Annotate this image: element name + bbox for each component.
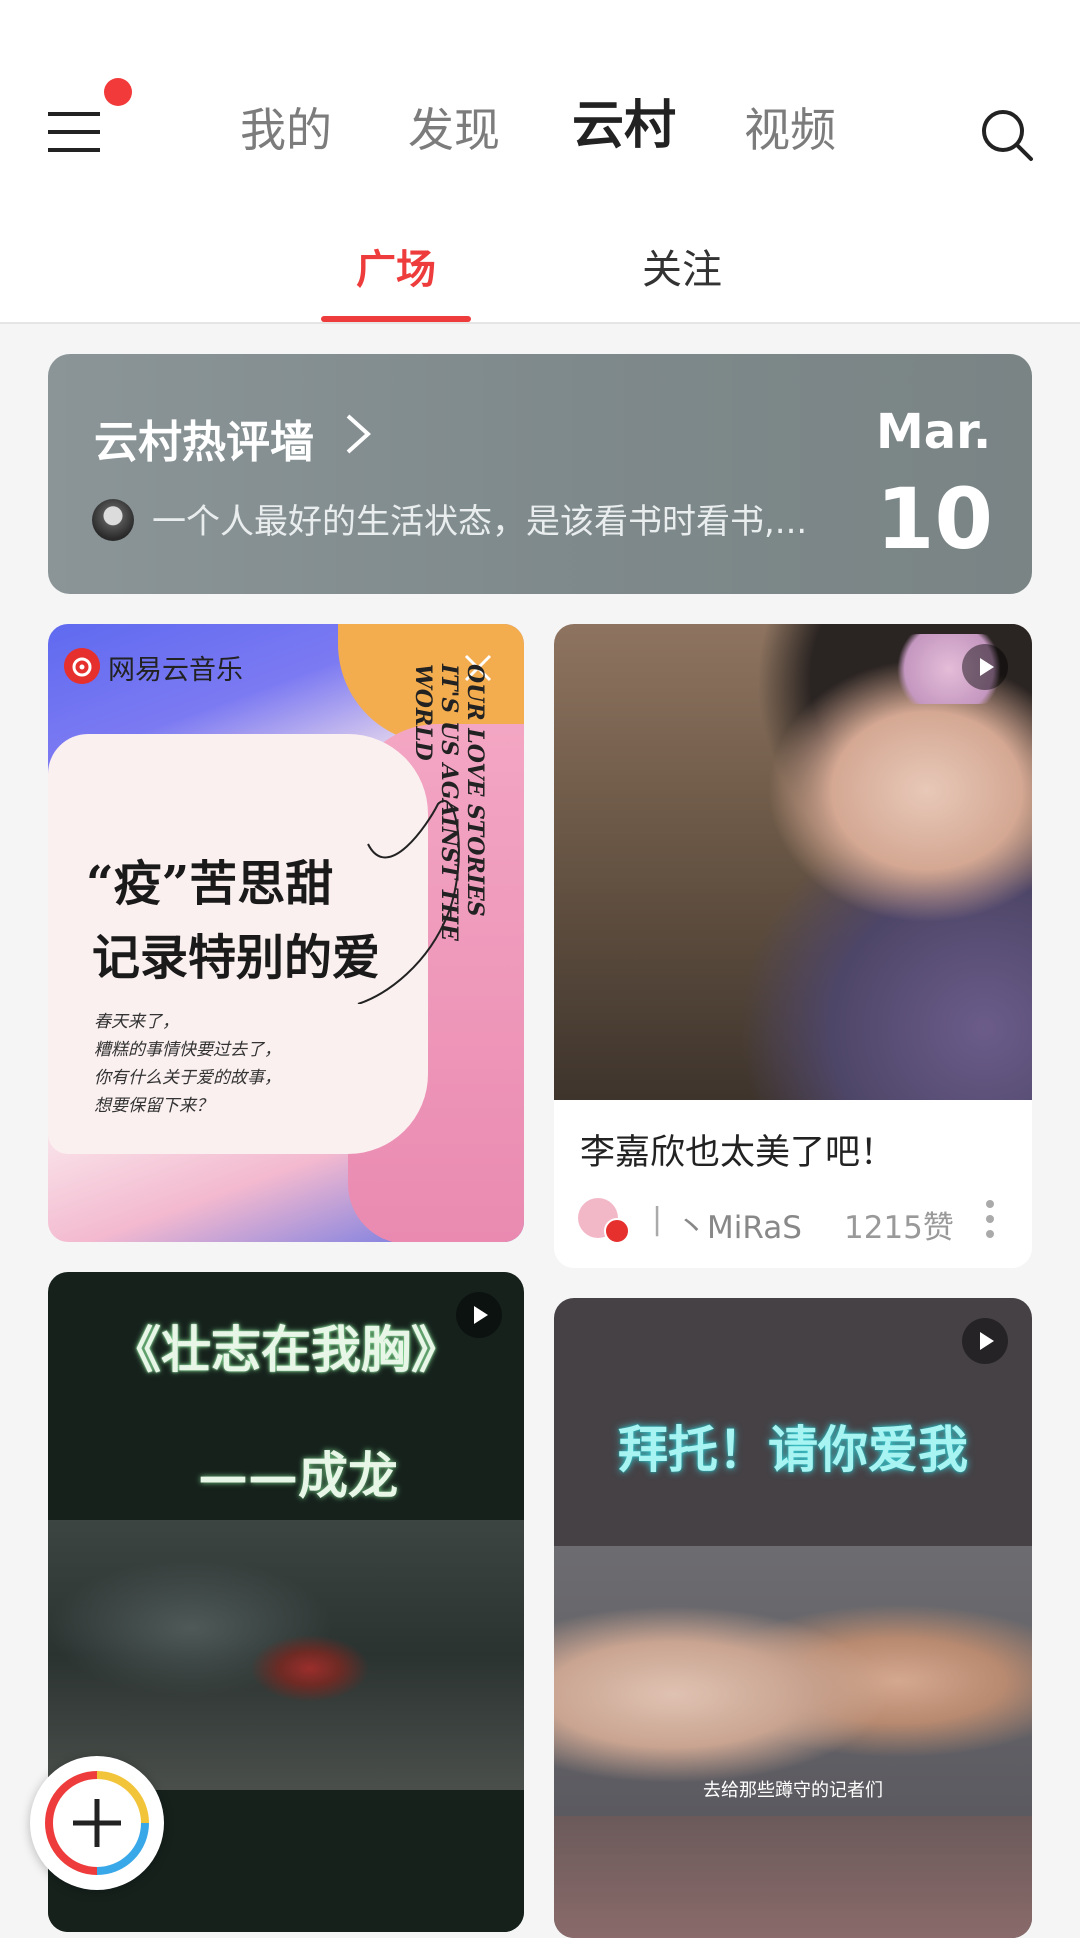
search-icon[interactable]: [980, 108, 1034, 162]
video-title-text: 拜托！请你爱我: [618, 1421, 968, 1479]
like-count: 1215赞: [844, 1210, 954, 1246]
separator: |: [652, 1202, 663, 1237]
username[interactable]: 丶MiRaS: [676, 1202, 802, 1247]
poster-headline: 记录特别的爱: [92, 930, 381, 986]
video-subtitle-text: ——成龙: [198, 1446, 398, 1505]
date-month: Mar.: [876, 404, 992, 460]
brand-name: 网易云音乐: [108, 655, 243, 686]
poster-headline: “疫”苦思甜: [86, 856, 334, 912]
feed-card-video[interactable]: 拜托！请你爱我 去给那些蹲守的记者们: [554, 1298, 1032, 1938]
hot-comments-title: 云村热评墙: [94, 417, 314, 468]
header-divider: [0, 322, 1080, 324]
play-icon[interactable]: [962, 644, 1008, 690]
chevron-right-icon: [346, 414, 371, 454]
tab-video[interactable]: 视频: [744, 100, 836, 160]
hamburger-menu-icon[interactable]: [48, 112, 100, 152]
hot-comments-card[interactable]: 云村热评墙 一个人最好的生活状态，是该看书时看书,... Mar. 10: [48, 354, 1032, 594]
more-options-icon[interactable]: [982, 1196, 998, 1242]
feed-card-video[interactable]: 李嘉欣也太美了吧！ | 丶MiRaS 1215赞: [554, 624, 1032, 1268]
netease-music-logo-icon: [64, 648, 100, 684]
post-title: 李嘉欣也太美了吧！: [580, 1133, 896, 1173]
notification-dot: [104, 78, 132, 106]
feed-card-love-stories[interactable]: 网易云音乐 OUR LOVE STORIES IT'S US AGAINST T…: [48, 624, 524, 1242]
hot-comment-snippet: 一个人最好的生活状态，是该看书时看书,...: [152, 502, 808, 542]
tab-yuncun[interactable]: 云村: [572, 96, 676, 156]
create-post-button[interactable]: [30, 1756, 164, 1890]
netease-badge-icon: [604, 1218, 630, 1244]
play-icon[interactable]: [962, 1318, 1008, 1364]
poster-body-text: 春天来了， 糟糕的事情快要过去了， 你有什么关于爱的故事， 想要保留下来？: [94, 1012, 281, 1116]
video-caption: 去给那些蹲守的记者们: [703, 1780, 883, 1801]
subtab-follow[interactable]: 关注: [642, 242, 722, 298]
date-day: 10: [876, 470, 993, 568]
video-thumbnail[interactable]: [48, 1520, 524, 1790]
tab-discover[interactable]: 发现: [408, 100, 500, 160]
video-title-text: 《壮志在我胸》: [111, 1320, 461, 1379]
tab-mine[interactable]: 我的: [240, 100, 332, 160]
subtab-square[interactable]: 广场: [356, 242, 436, 298]
avatar: [92, 499, 134, 541]
add-icon: [45, 1771, 149, 1875]
top-bar: [0, 0, 1080, 322]
